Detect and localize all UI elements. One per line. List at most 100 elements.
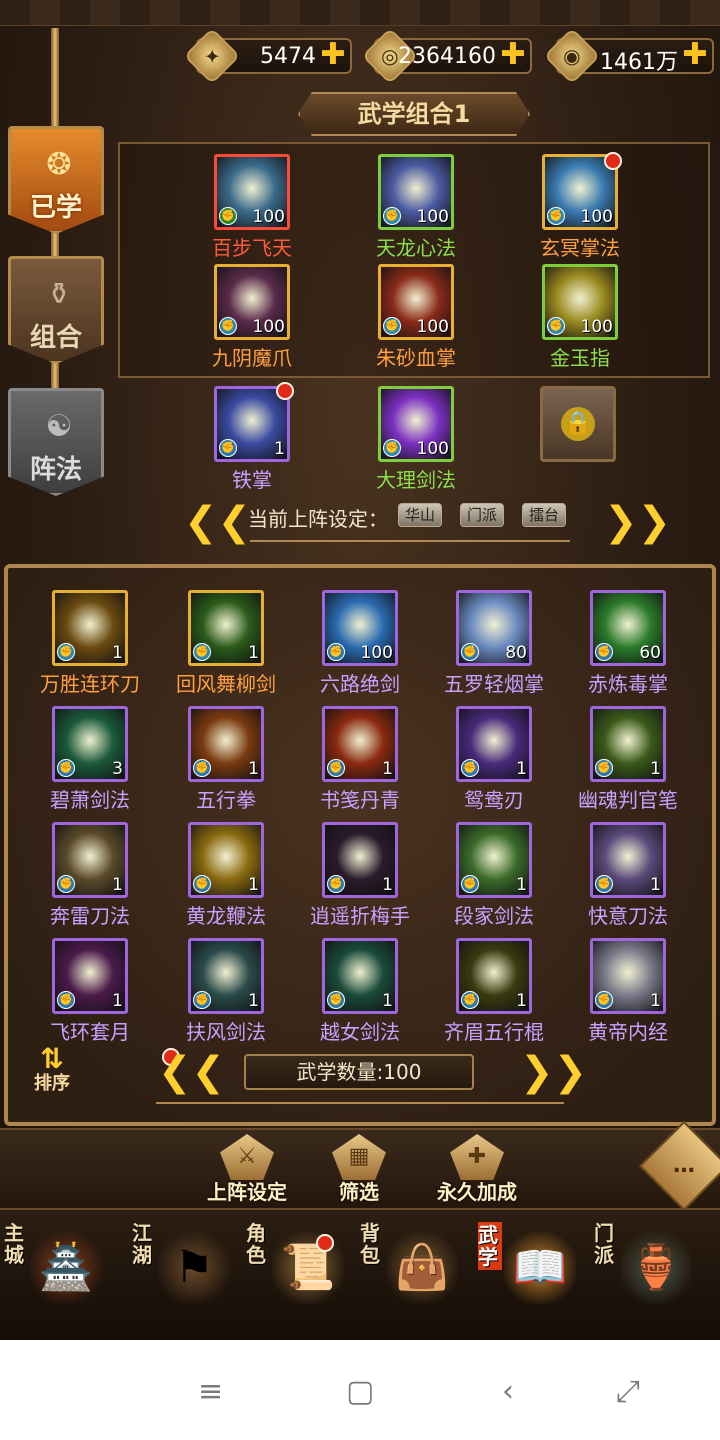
skill-slot[interactable]: ✊ 100 天龙心法 bbox=[376, 154, 456, 261]
skill-slot[interactable]: ✊ 100 金玉指 bbox=[542, 264, 618, 371]
skill-type-icon: ✊ bbox=[327, 875, 345, 893]
permanent-bonus-button[interactable]: ✚ 永久加成 bbox=[422, 1134, 532, 1210]
skill-slot[interactable]: ✊ 100 九阴魔爪 bbox=[212, 264, 292, 371]
locked-slot[interactable]: 🔒 bbox=[540, 386, 616, 462]
tab-formation-label: 阵法 bbox=[29, 455, 82, 485]
skill-slot[interactable]: ✊ 1 逍遥折梅手 bbox=[310, 822, 410, 929]
skill-icon[interactable]: ✊ 1 bbox=[52, 590, 128, 666]
skill-slot[interactable]: ✊ 1 段家剑法 bbox=[454, 822, 534, 929]
skill-type-icon: ✊ bbox=[595, 643, 613, 661]
skill-slot[interactable]: ✊ 1 快意刀法 bbox=[588, 822, 668, 929]
skill-name: 铁掌 bbox=[232, 468, 272, 492]
skill-type-icon: ✊ bbox=[383, 439, 401, 457]
skill-slot[interactable]: ✊ 100 百步飞天 bbox=[212, 154, 292, 261]
nav-item[interactable]: 🏯 主城 bbox=[0, 1216, 112, 1312]
skill-icon[interactable]: ✊ 60 bbox=[590, 590, 666, 666]
skill-icon[interactable]: ✊ 80 bbox=[456, 590, 532, 666]
skill-slot[interactable]: ✊ 1 越女剑法 bbox=[320, 938, 400, 1045]
prev-setting-arrow[interactable]: ❮❮ bbox=[184, 502, 251, 542]
tab-learned[interactable]: ❂ 已学 bbox=[8, 126, 104, 234]
skill-icon[interactable]: ✊ 1 bbox=[456, 938, 532, 1014]
filter-button[interactable]: ▦ 筛选 bbox=[304, 1134, 414, 1210]
skill-name: 黄龙鞭法 bbox=[186, 904, 266, 928]
skill-type-icon: ✊ bbox=[461, 991, 479, 1009]
sort-button[interactable]: ⇅ 排序 bbox=[22, 1042, 82, 1106]
skill-slot[interactable]: ✊ 1 黄帝内经 bbox=[588, 938, 668, 1045]
skill-type-icon: ✊ bbox=[595, 875, 613, 893]
skill-slot[interactable]: ✊ 100 大理剑法 bbox=[376, 386, 456, 493]
next-page-arrow[interactable]: ❯❯ bbox=[520, 1052, 587, 1092]
skill-icon[interactable]: ✊ 1 bbox=[456, 706, 532, 782]
nav-item-label: 角色 bbox=[246, 1221, 266, 1267]
nav-item[interactable]: 🏺 门派 bbox=[590, 1216, 702, 1312]
skill-icon[interactable]: ✊ 1 bbox=[322, 938, 398, 1014]
skill-icon[interactable]: ✊ 100 bbox=[214, 154, 290, 230]
skill-icon[interactable]: ✊ 1 bbox=[322, 822, 398, 898]
skill-slot[interactable]: ✊ 100 玄冥掌法 bbox=[540, 154, 620, 261]
skill-icon[interactable]: ✊ 1 bbox=[188, 822, 264, 898]
skill-icon[interactable]: ✊ 100 bbox=[378, 386, 454, 462]
skill-icon[interactable]: ✊ 1 bbox=[590, 706, 666, 782]
skill-slot[interactable]: ✊ 60 赤炼毒掌 bbox=[588, 590, 668, 697]
nav-item-icon: 🏯 bbox=[30, 1232, 102, 1304]
skill-slot[interactable]: ✊ 1 扶风剑法 bbox=[186, 938, 266, 1045]
skill-icon[interactable]: ✊ 1 bbox=[590, 938, 666, 1014]
tab-formation[interactable]: ☯ 阵法 bbox=[8, 388, 104, 496]
current-setting-label: 当前上阵设定： bbox=[248, 507, 388, 531]
skill-slot[interactable]: ✊ 100 朱砂血掌 bbox=[376, 264, 456, 371]
skill-icon[interactable]: ✊ 1 bbox=[322, 706, 398, 782]
skill-type-icon: ✊ bbox=[57, 991, 75, 1009]
skill-icon[interactable]: ✊ 100 bbox=[378, 154, 454, 230]
skill-icon[interactable]: ✊ 100 bbox=[542, 264, 618, 340]
home-icon[interactable]: ▢ bbox=[346, 1374, 374, 1409]
screenshot-icon[interactable]: ⤢ bbox=[616, 1374, 640, 1409]
prev-page-arrow[interactable]: ❮❮ bbox=[158, 1052, 225, 1092]
add-silver-button[interactable]: ✚ bbox=[682, 40, 708, 70]
skill-icon[interactable]: ✊ 1 bbox=[456, 822, 532, 898]
menu-icon[interactable]: ≡ bbox=[198, 1374, 223, 1409]
next-setting-arrow[interactable]: ❯❯ bbox=[604, 502, 671, 542]
nav-item[interactable]: 📜 角色 bbox=[242, 1216, 354, 1312]
notification-dot bbox=[316, 1234, 334, 1252]
skill-icon[interactable]: ✊ 100 bbox=[322, 590, 398, 666]
tab-combo[interactable]: ⚱ 组合 bbox=[8, 256, 104, 364]
skill-slot[interactable]: ✊ 1 飞环套月 bbox=[50, 938, 130, 1045]
nav-item[interactable]: 👜 背包 bbox=[356, 1216, 468, 1312]
skill-icon[interactable]: ✊ 1 bbox=[52, 938, 128, 1014]
skill-slot[interactable]: ✊ 1 书笺丹青 bbox=[320, 706, 400, 813]
nav-item-label: 江湖 bbox=[132, 1221, 152, 1267]
skill-slot[interactable]: ✊ 1 鸳鸯刃 bbox=[456, 706, 532, 813]
resource-gold: ◎ 2364160 ✚ bbox=[361, 27, 532, 85]
skill-name: 碧萧剑法 bbox=[50, 788, 130, 812]
skill-slot[interactable]: ✊ 80 五罗轻烟掌 bbox=[444, 590, 544, 697]
skill-icon[interactable]: ✊ 100 bbox=[214, 264, 290, 340]
skill-icon[interactable]: ✊ 100 bbox=[378, 264, 454, 340]
skill-icon[interactable]: ✊ 1 bbox=[590, 822, 666, 898]
skill-slot[interactable]: ✊ 1 万胜连环刀 bbox=[40, 590, 140, 697]
skill-icon[interactable]: ✊ 1 bbox=[188, 938, 264, 1014]
nav-item[interactable]: 📖 武学 bbox=[474, 1216, 586, 1312]
skill-icon[interactable]: ✊ 3 bbox=[52, 706, 128, 782]
add-gold-button[interactable]: ✚ bbox=[500, 40, 526, 70]
skill-level: 1 bbox=[248, 643, 259, 663]
skill-slot[interactable]: ✊ 1 齐眉五行棍 bbox=[444, 938, 544, 1045]
back-icon[interactable]: ‹ bbox=[502, 1374, 514, 1409]
skill-slot[interactable]: ✊ 1 黄龙鞭法 bbox=[186, 822, 266, 929]
lineup-setting-button[interactable]: ⚔ 上阵设定 bbox=[192, 1134, 302, 1210]
resource-silver: ◉ 1461万 ✚ bbox=[543, 27, 714, 85]
skill-slot[interactable]: ✊ 1 奔雷刀法 bbox=[50, 822, 130, 929]
skill-slot[interactable]: ✊ 3 碧萧剑法 bbox=[50, 706, 130, 813]
skill-slot[interactable]: ✊ 1 回风舞柳剑 bbox=[176, 590, 276, 697]
skill-slot[interactable]: ✊ 100 六路绝剑 bbox=[320, 590, 400, 697]
skill-name: 五罗轻烟掌 bbox=[444, 672, 544, 696]
notification-dot bbox=[604, 152, 622, 170]
skill-icon[interactable]: ✊ 1 bbox=[188, 590, 264, 666]
skill-slot[interactable]: ✊ 1 五行拳 bbox=[188, 706, 264, 813]
skill-icon[interactable]: ✊ 1 bbox=[188, 706, 264, 782]
nav-item[interactable]: ⚑ 江湖 bbox=[128, 1216, 240, 1312]
scroll-bag-icon: ⚱ bbox=[46, 277, 72, 312]
skill-slot[interactable]: ✊ 1 幽魂判官笔 bbox=[578, 706, 678, 813]
skill-slot[interactable]: ✊ 1 铁掌 bbox=[214, 386, 290, 493]
add-stamina-button[interactable]: ✚ bbox=[320, 40, 346, 70]
skill-icon[interactable]: ✊ 1 bbox=[52, 822, 128, 898]
